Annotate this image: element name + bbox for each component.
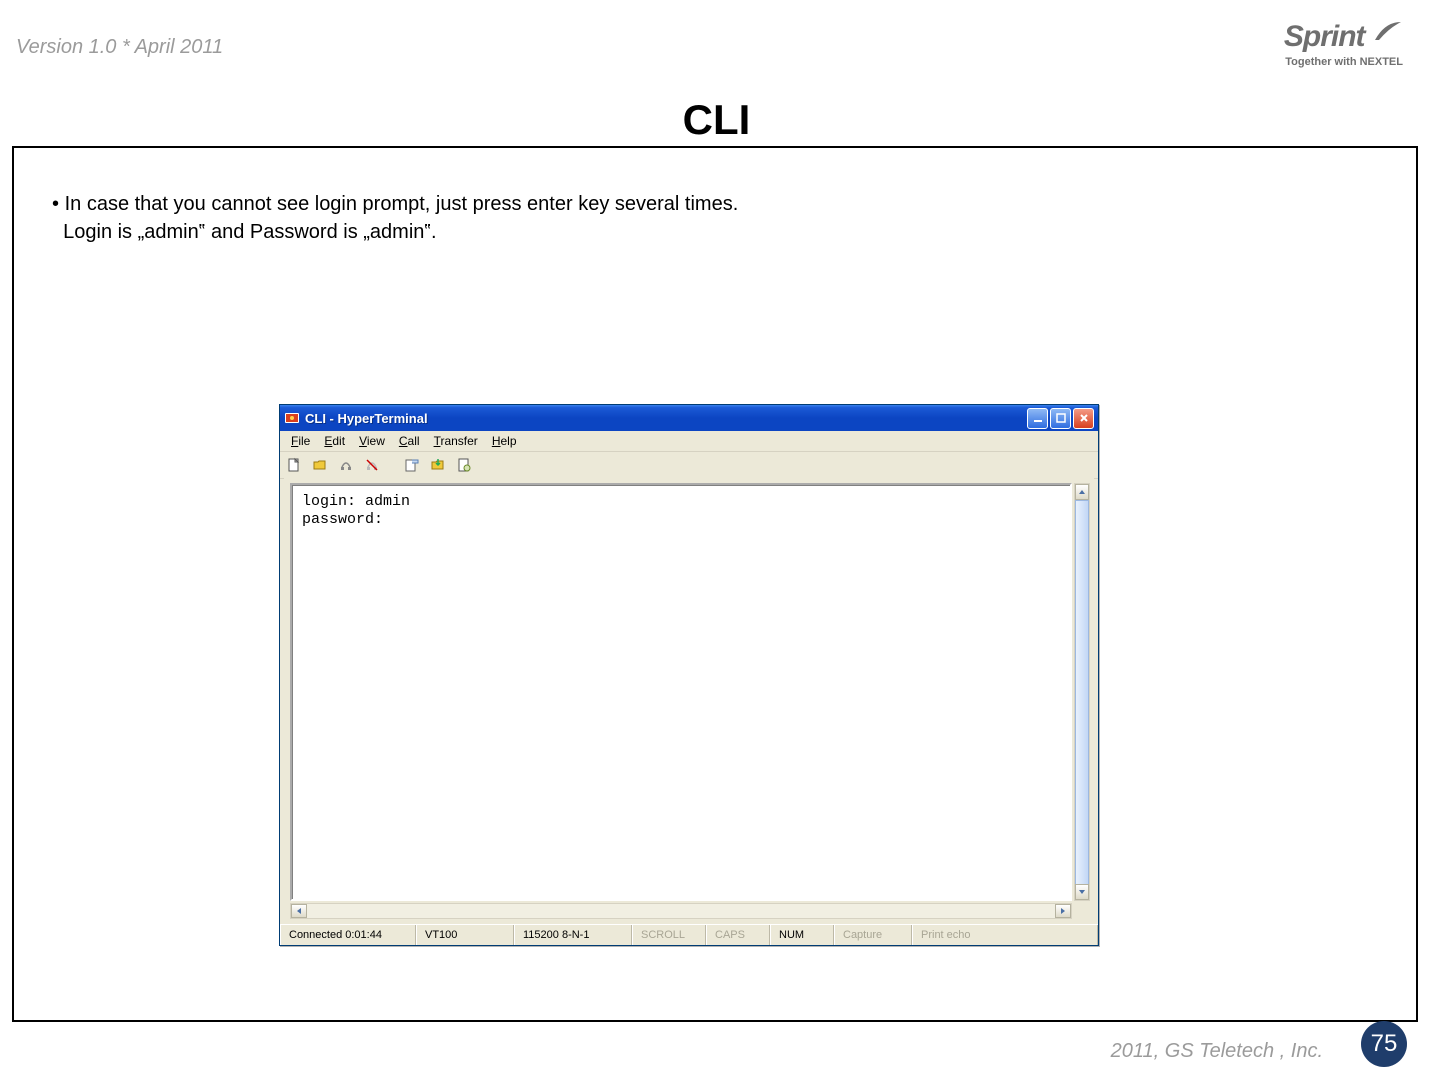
menu-help[interactable]: Help [485,434,524,448]
titlebar[interactable]: CLI - HyperTerminal [280,405,1098,431]
header-brand: Sprint Together with NEXTEL [1284,20,1403,68]
menu-edit[interactable]: Edit [317,434,352,448]
scroll-up-button[interactable] [1075,484,1089,500]
client-area: login: admin password: [284,477,1094,923]
minimize-button[interactable] [1027,408,1048,429]
scroll-left-button[interactable] [291,904,307,918]
toolbar [280,452,1098,479]
page-title: CLI [0,96,1433,144]
scroll-right-button[interactable] [1055,904,1071,918]
status-capture: Capture [834,925,912,945]
instruction-line-2: Login is „admin‟ and Password is „admin‟… [63,221,437,243]
vertical-scrollbar[interactable] [1074,483,1090,901]
instruction-text: • In case that you cannot see login prom… [52,190,738,246]
menu-help-label: elp [500,434,516,448]
status-connected: Connected 0:01:44 [280,925,416,945]
open-icon[interactable] [310,455,330,475]
header-version: Version 1.0 * April 2011 [16,36,223,59]
menu-call-label: all [408,434,420,448]
properties-icon[interactable] [454,455,474,475]
menu-file-label: ile [298,434,310,448]
send-icon[interactable] [402,455,422,475]
brand-name: Sprint [1284,20,1365,54]
menu-transfer-label: ransfer [440,434,477,448]
terminal-output[interactable]: login: admin password: [290,483,1072,901]
footer-copyright: 2011, GS Teletech , Inc. [1111,1040,1323,1063]
menu-edit-label: dit [332,434,345,448]
window-controls [1027,408,1094,429]
menu-view-label: iew [367,434,385,448]
app-icon [284,410,300,426]
document-page: Version 1.0 * April 2011 Sprint Together… [0,0,1433,1085]
brand-wing-icon [1373,20,1403,49]
menu-view[interactable]: View [352,434,392,448]
status-scroll: SCROLL [632,925,706,945]
receive-icon[interactable] [428,455,448,475]
new-icon[interactable] [284,455,304,475]
status-settings: 115200 8-N-1 [514,925,632,945]
bullet: • [52,193,59,215]
brand-tagline: Together with NEXTEL [1284,56,1403,68]
maximize-button[interactable] [1050,408,1071,429]
horizontal-scrollbar[interactable] [290,903,1072,919]
instruction-line-1: In case that you cannot see login prompt… [65,193,739,215]
status-printecho: Print echo [912,925,1098,945]
status-caps: CAPS [706,925,770,945]
hyperterminal-window: CLI - HyperTerminal File Edit View Call … [279,404,1099,946]
scroll-thumb[interactable] [1075,500,1089,900]
window-title: CLI - HyperTerminal [305,411,1027,426]
close-button[interactable] [1073,408,1094,429]
scroll-down-button[interactable] [1075,884,1089,900]
menubar: File Edit View Call Transfer Help [280,431,1098,452]
menu-file[interactable]: File [284,434,317,448]
statusbar: Connected 0:01:44 VT100 115200 8-N-1 SCR… [280,924,1098,945]
menu-call[interactable]: Call [392,434,427,448]
status-emulation: VT100 [416,925,514,945]
status-num: NUM [770,925,834,945]
page-number: 75 [1361,1021,1407,1067]
menu-transfer[interactable]: Transfer [427,434,485,448]
connect-icon[interactable] [336,455,356,475]
disconnect-icon[interactable] [362,455,382,475]
